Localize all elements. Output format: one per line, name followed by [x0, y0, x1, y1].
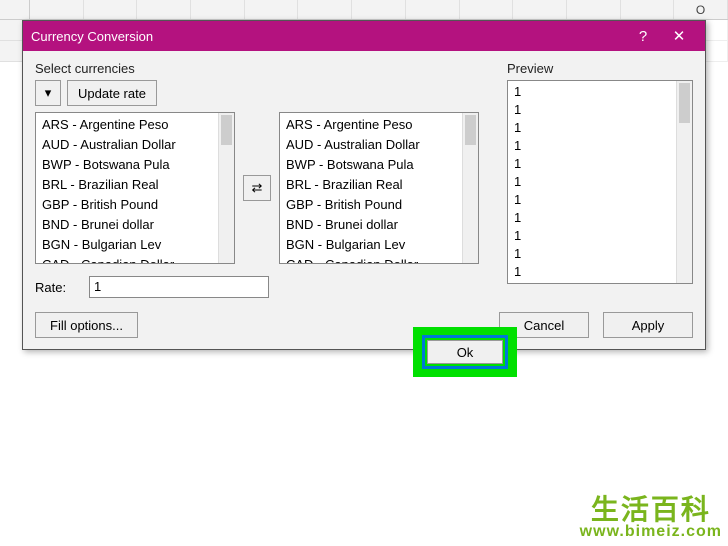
list-item[interactable]: BND - Brunei dollar [36, 215, 218, 235]
list-item[interactable]: BGN - Bulgarian Lev [36, 235, 218, 255]
rate-label: Rate: [35, 280, 79, 295]
list-item[interactable]: CAD - Canadian Dollar [36, 255, 218, 264]
currency-to-listbox[interactable]: ARS - Argentine Peso AUD - Australian Do… [279, 112, 479, 264]
rate-menu-dropdown[interactable]: ▾ [35, 80, 61, 106]
preview-listbox[interactable]: 1 1 1 1 1 1 1 1 1 1 1 [507, 80, 693, 284]
help-button[interactable]: ? [625, 21, 661, 51]
listbox-scrollbar[interactable] [462, 113, 478, 263]
preview-item: 1 [514, 137, 686, 155]
watermark-text: 生活百科 [580, 496, 722, 524]
list-item[interactable]: ARS - Argentine Peso [280, 115, 462, 135]
currency-from-listbox[interactable]: ARS - Argentine Peso AUD - Australian Do… [35, 112, 235, 264]
chevron-down-icon: ▾ [45, 85, 52, 101]
preview-item: 1 [514, 173, 686, 191]
list-item[interactable]: GBP - British Pound [36, 195, 218, 215]
ok-button[interactable]: Ok [427, 340, 503, 364]
dialog-titlebar[interactable]: Currency Conversion ? ✕ [23, 21, 705, 51]
list-item[interactable]: ARS - Argentine Peso [36, 115, 218, 135]
rate-input[interactable]: 1 [89, 276, 269, 298]
list-item[interactable]: AUD - Australian Dollar [280, 135, 462, 155]
select-currencies-label: Select currencies [35, 61, 495, 76]
apply-button[interactable]: Apply [603, 312, 693, 338]
close-button[interactable]: ✕ [661, 21, 697, 51]
list-item[interactable]: BRL - Brazilian Real [36, 175, 218, 195]
preview-scrollbar[interactable] [676, 81, 692, 283]
list-item[interactable]: BND - Brunei dollar [280, 215, 462, 235]
ok-highlight: Ok [413, 327, 517, 377]
column-header-o[interactable]: O [674, 0, 728, 19]
preview-item: 1 [514, 119, 686, 137]
swap-currencies-button[interactable]: ⇄ [243, 175, 271, 201]
preview-item: 1 [514, 227, 686, 245]
currency-conversion-dialog: Currency Conversion ? ✕ Select currencie… [22, 20, 706, 350]
listbox-scrollbar[interactable] [218, 113, 234, 263]
list-item[interactable]: CAD - Canadian Dollar [280, 255, 462, 264]
preview-item: 1 [514, 245, 686, 263]
list-item[interactable]: BWP - Botswana Pula [36, 155, 218, 175]
dialog-title: Currency Conversion [31, 29, 625, 44]
watermark: 生活百科 www.bimeiz.com [580, 496, 722, 540]
list-item[interactable]: AUD - Australian Dollar [36, 135, 218, 155]
update-rate-button[interactable]: Update rate [67, 80, 157, 106]
list-item[interactable]: BWP - Botswana Pula [280, 155, 462, 175]
watermark-url: www.bimeiz.com [580, 524, 722, 540]
swap-icon: ⇄ [252, 180, 263, 196]
preview-item: 1 [514, 263, 686, 281]
column-headers: O [0, 0, 728, 20]
preview-item: 1 [514, 191, 686, 209]
preview-item: 1 [514, 155, 686, 173]
fill-options-button[interactable]: Fill options... [35, 312, 138, 338]
preview-item: 1 [514, 209, 686, 227]
list-item[interactable]: BRL - Brazilian Real [280, 175, 462, 195]
preview-item: 1 [514, 101, 686, 119]
preview-label: Preview [507, 61, 693, 76]
preview-item: 1 [514, 83, 686, 101]
list-item[interactable]: GBP - British Pound [280, 195, 462, 215]
list-item[interactable]: BGN - Bulgarian Lev [280, 235, 462, 255]
